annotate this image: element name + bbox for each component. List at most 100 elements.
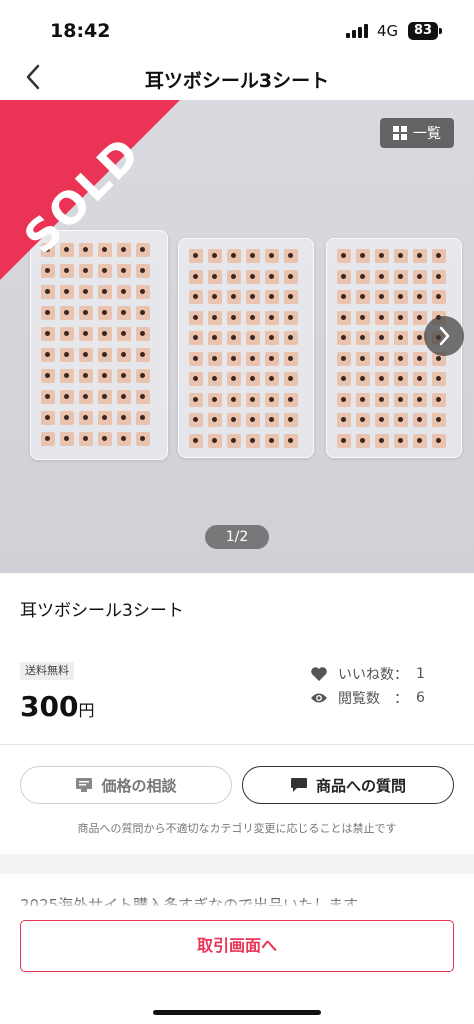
sticker-seed: [231, 437, 236, 443]
sticker-seed: [360, 294, 365, 299]
product-photo[interactable]: SOLD 一覧 1/2: [0, 100, 474, 573]
sticker-seed: [102, 352, 107, 357]
sticker-seed: [231, 396, 236, 402]
sticker-cell: [60, 432, 74, 446]
sticker-cell: [189, 433, 203, 448]
chat-bubble-icon: [290, 778, 307, 792]
sticker-seed: [121, 415, 126, 420]
sticker-cell: [227, 372, 241, 386]
sticker-seed: [288, 335, 293, 340]
sticker-cell: [394, 392, 408, 407]
next-image-button[interactable]: [424, 316, 464, 356]
sticker-seed: [83, 373, 88, 378]
sticker-cell: [117, 348, 131, 362]
sticker-seed: [417, 294, 422, 299]
sticker-seed: [436, 376, 441, 381]
product-title: 耳ツボシール3シート: [20, 601, 184, 621]
sticker-seed: [212, 335, 217, 340]
sticker-seed: [269, 417, 274, 422]
sticker-cell: [189, 310, 203, 325]
sticker-cell: [79, 369, 93, 383]
sticker-cell: [356, 331, 370, 345]
sticker-cell: [117, 390, 131, 404]
sticker-seed: [398, 314, 403, 320]
sticker-seed: [140, 394, 145, 399]
sticker-cell: [337, 310, 351, 325]
sticker-seed: [379, 273, 384, 279]
sticker-seed: [64, 436, 69, 441]
sticker-cell: [227, 331, 241, 345]
sticker-cell: [79, 432, 93, 446]
sticker-cell: [375, 310, 389, 325]
sticker-cell: [41, 411, 55, 425]
gallery-list-button[interactable]: 一覧: [380, 118, 454, 148]
sticker-seed: [121, 394, 126, 399]
sticker-seed: [102, 331, 107, 336]
sticker-cell: [246, 269, 260, 284]
sticker-seed: [231, 355, 236, 361]
sticker-cell: [79, 348, 93, 362]
sticker-cell: [337, 290, 351, 304]
sticker-seed: [212, 396, 217, 402]
sticker-cell: [265, 331, 279, 345]
sticker-cell: [413, 290, 427, 304]
sticker-seed: [288, 417, 293, 422]
trade-screen-button[interactable]: 取引画面へ: [20, 920, 454, 972]
sticker-cell: [227, 413, 241, 427]
sticker-seed: [212, 417, 217, 422]
sticker-seed: [231, 314, 236, 320]
sticker-seed: [379, 294, 384, 299]
sticker-seed: [341, 253, 346, 258]
sticker-seed: [288, 396, 293, 402]
sticker-cell: [356, 372, 370, 386]
sticker-cell: [79, 306, 93, 320]
chevron-right-icon: [439, 326, 450, 346]
sticker-cell: [41, 369, 55, 383]
sticker-seed: [193, 314, 198, 320]
sticker-seed: [417, 355, 422, 361]
sticker-cell: [136, 411, 150, 425]
sticker-cell: [227, 249, 241, 263]
sticker-seed: [102, 415, 107, 420]
sticker-seed: [341, 396, 346, 402]
sticker-seed: [83, 436, 88, 441]
sticker-seed: [341, 376, 346, 381]
sticker-seed: [212, 355, 217, 361]
sticker-cell: [284, 372, 298, 386]
sticker-seed: [360, 396, 365, 402]
sticker-cell: [60, 390, 74, 404]
sticker-seed: [212, 294, 217, 299]
sticker-cell: [375, 331, 389, 345]
sticker-cell: [394, 249, 408, 263]
sticker-cell: [117, 369, 131, 383]
sticker-cell: [284, 392, 298, 407]
sticker-cell: [98, 327, 112, 341]
price: 300円: [20, 690, 94, 723]
sticker-seed: [140, 352, 145, 357]
product-question-button[interactable]: 商品への質問: [242, 766, 454, 804]
sticker-cell: [265, 433, 279, 448]
sticker-cell: [284, 310, 298, 325]
sticker-seed: [379, 437, 384, 443]
sticker-cell: [432, 392, 446, 407]
sticker-seed: [398, 396, 403, 402]
gallery-list-label: 一覧: [413, 126, 441, 142]
sticker-seed: [379, 376, 384, 381]
sticker-seed: [360, 314, 365, 320]
sticker-cell: [79, 390, 93, 404]
sticker-cell: [208, 351, 222, 366]
sticker-seed: [83, 394, 88, 399]
sticker-seed: [398, 355, 403, 361]
sticker-cell: [432, 413, 446, 427]
sticker-seed: [379, 355, 384, 361]
price-consult-button[interactable]: 価格の相談: [20, 766, 232, 804]
sticker-seed: [140, 373, 145, 378]
sticker-seed: [250, 335, 255, 340]
likes-value: 1: [416, 666, 425, 682]
sticker-seed: [250, 417, 255, 422]
sticker-cell: [227, 351, 241, 366]
sticker-cell: [246, 413, 260, 427]
sticker-cell: [375, 413, 389, 427]
sticker-cell: [432, 372, 446, 386]
sticker-seed: [250, 294, 255, 299]
